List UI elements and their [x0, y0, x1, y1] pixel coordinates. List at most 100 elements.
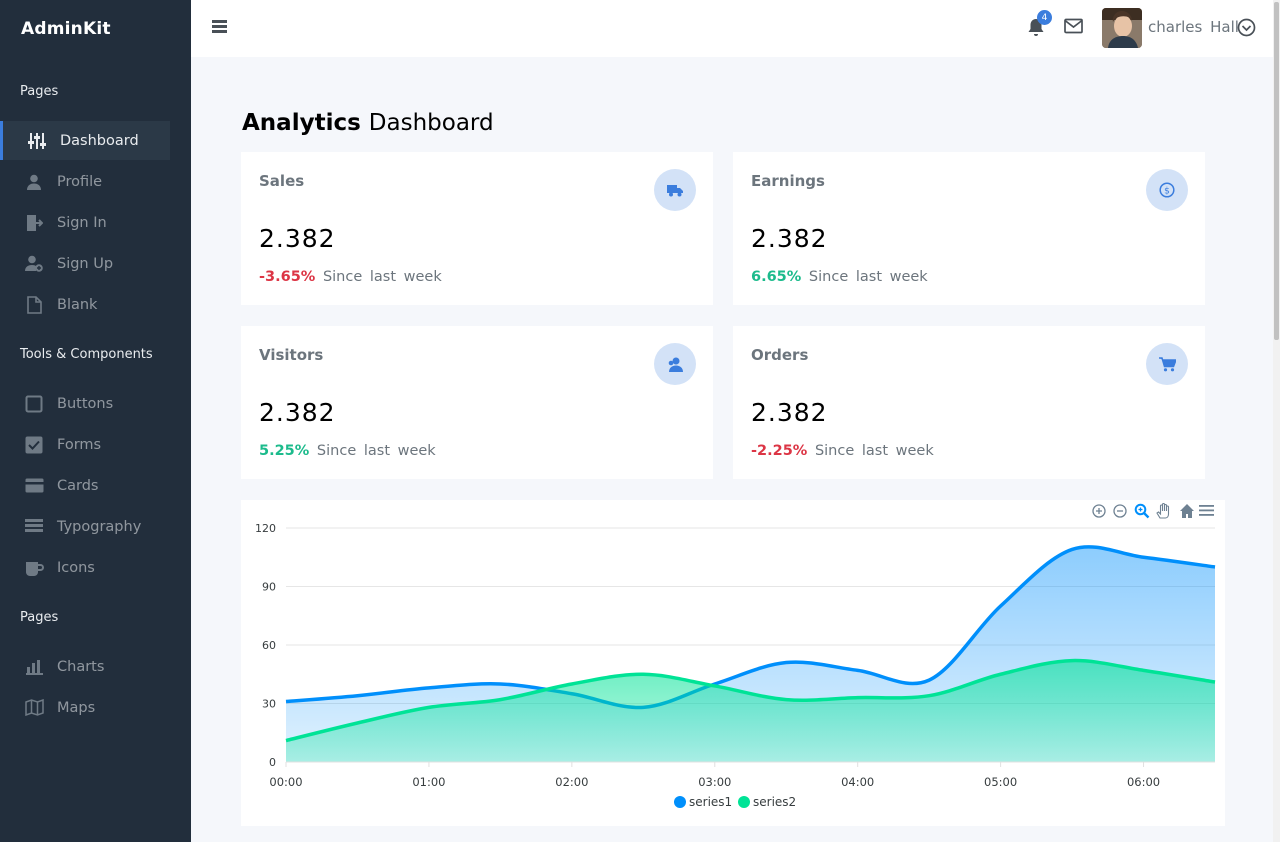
truck-icon	[654, 169, 696, 211]
zoom-selection-icon[interactable]	[1134, 503, 1150, 519]
users-icon	[654, 343, 696, 385]
card-footer: 6.65% Since last week	[751, 269, 928, 285]
y-tick-label: 90	[262, 581, 276, 594]
x-tick-label: 01:00	[412, 775, 445, 789]
sidebar-item-dashboard[interactable]: Dashboard	[0, 121, 170, 160]
user-name[interactable]: charles Hall	[1148, 18, 1239, 36]
sidebar-item-label: Typography	[57, 518, 142, 535]
legend-marker-series2[interactable]	[738, 796, 750, 808]
sidebar-item-sign-up[interactable]: Sign Up	[0, 244, 170, 283]
sidebar-item-forms[interactable]: Forms	[0, 425, 170, 464]
chevron-down-icon[interactable]	[1237, 18, 1256, 41]
zoom-out-icon[interactable]	[1113, 504, 1127, 518]
card-since: Since last week	[316, 443, 436, 459]
pan-icon[interactable]	[1156, 502, 1170, 519]
mail-icon[interactable]	[1064, 18, 1083, 38]
top-navbar: 4 charles Hall	[191, 0, 1273, 57]
sidebar-item-label: Sign Up	[57, 255, 114, 272]
sliders-icon	[27, 131, 47, 151]
avatar[interactable]	[1102, 8, 1142, 48]
map-icon	[24, 698, 44, 718]
sidebar-item-profile[interactable]: Profile	[0, 162, 170, 201]
sidebar-item-maps[interactable]: Maps	[0, 688, 170, 727]
card-footer: -2.25% Since last week	[751, 443, 934, 459]
brand-logo[interactable]: AdminKit	[21, 19, 111, 39]
sidebar-item-typography[interactable]: Typography	[0, 507, 170, 546]
card-value: 2.382	[751, 398, 828, 427]
sidebar-item-charts[interactable]: Charts	[0, 647, 170, 686]
user-plus-icon	[24, 254, 44, 274]
sidebar-item-label: Maps	[57, 699, 96, 716]
legend-marker-series1[interactable]	[674, 796, 686, 808]
x-tick-label: 03:00	[698, 775, 731, 789]
page-title: Analytics Dashboard	[242, 110, 494, 136]
card-change: -2.25%	[751, 443, 808, 459]
sidebar-header-pages: Pages	[20, 84, 59, 99]
sidebar-item-sign-in[interactable]: Sign In	[0, 203, 170, 242]
sidebar-item-icons[interactable]: Icons	[0, 548, 170, 587]
y-tick-label: 120	[255, 522, 276, 535]
card-title: Earnings	[751, 172, 825, 190]
y-tick-label: 30	[262, 698, 276, 711]
sidebar-header-tools: Tools & Components	[20, 347, 153, 362]
zoom-in-icon[interactable]	[1092, 504, 1106, 518]
stat-card-earnings: Earnings $ 2.382 6.65% Since last week	[733, 152, 1205, 305]
sidebar-item-label: Forms	[57, 436, 102, 453]
dollar-icon: $	[1146, 169, 1188, 211]
sidebar-item-label: Buttons	[57, 395, 114, 412]
legend-label-series2[interactable]: series2	[753, 795, 796, 809]
y-tick-label: 0	[269, 756, 276, 769]
page-title-bold: Analytics	[242, 110, 361, 136]
sidebar: AdminKit Pages Dashboard Profile Sign In…	[0, 0, 191, 842]
stat-card-visitors: Visitors 2.382 5.25% Since last week	[241, 326, 713, 479]
file-icon	[24, 295, 44, 315]
sidebar-item-cards[interactable]: Cards	[0, 466, 170, 505]
card-value: 2.382	[751, 224, 828, 253]
scrollbar-thumb[interactable]	[1274, 2, 1279, 340]
stat-card-orders: Orders 2.382 -2.25% Since last week	[733, 326, 1205, 479]
sidebar-item-label: Dashboard	[60, 132, 139, 149]
card-title: Sales	[259, 172, 305, 190]
hamburger-menu-icon[interactable]	[212, 20, 227, 33]
sidebar-item-blank[interactable]: Blank	[0, 285, 170, 324]
check-square-icon	[24, 435, 44, 455]
align-left-icon	[24, 517, 44, 537]
area-chart[interactable]: 0 30 60 90 120 00:00 01:00 02:00 03:00 04:00 05:00…	[241, 500, 1225, 826]
x-tick-label: 06:00	[1127, 775, 1160, 789]
x-tick-label: 04:00	[841, 775, 874, 789]
reset-home-icon[interactable]	[1180, 504, 1194, 518]
coffee-icon	[24, 558, 44, 578]
log-in-icon	[24, 213, 44, 233]
sidebar-item-label: Icons	[57, 559, 95, 576]
bar-chart-icon	[24, 657, 44, 677]
x-tick-label: 00:00	[269, 775, 302, 789]
page-scrollbar[interactable]	[1273, 0, 1280, 842]
card-since: Since last week	[814, 443, 934, 459]
shopping-cart-icon	[1146, 343, 1188, 385]
card-change: -3.65%	[259, 269, 316, 285]
legend-label-series1[interactable]: series1	[689, 795, 732, 809]
card-value: 2.382	[259, 224, 336, 253]
square-icon	[24, 394, 44, 414]
credit-card-icon	[24, 476, 44, 496]
y-tick-label: 60	[262, 639, 276, 652]
x-tick-label: 02:00	[555, 775, 588, 789]
sidebar-item-label: Blank	[57, 296, 98, 313]
card-footer: 5.25% Since last week	[259, 443, 436, 459]
svg-text:$: $	[1164, 187, 1170, 197]
area-chart-card: 0 30 60 90 120 00:00 01:00 02:00 03:00 04:00 05:00…	[241, 500, 1225, 826]
card-since: Since last week	[322, 269, 442, 285]
chart-toolbar	[1092, 502, 1214, 519]
card-title: Visitors	[259, 346, 324, 364]
card-value: 2.382	[259, 398, 336, 427]
sidebar-item-label: Profile	[57, 173, 103, 190]
notification-badge: 4	[1037, 10, 1052, 25]
stat-card-sales: Sales 2.382 -3.65% Since last week	[241, 152, 713, 305]
card-change: 5.25%	[259, 443, 310, 459]
sidebar-item-label: Cards	[57, 477, 99, 494]
user-icon	[24, 172, 44, 192]
sidebar-item-label: Sign In	[57, 214, 107, 231]
card-change: 6.65%	[751, 269, 802, 285]
menu-icon[interactable]	[1199, 505, 1214, 516]
sidebar-item-buttons[interactable]: Buttons	[0, 384, 170, 423]
